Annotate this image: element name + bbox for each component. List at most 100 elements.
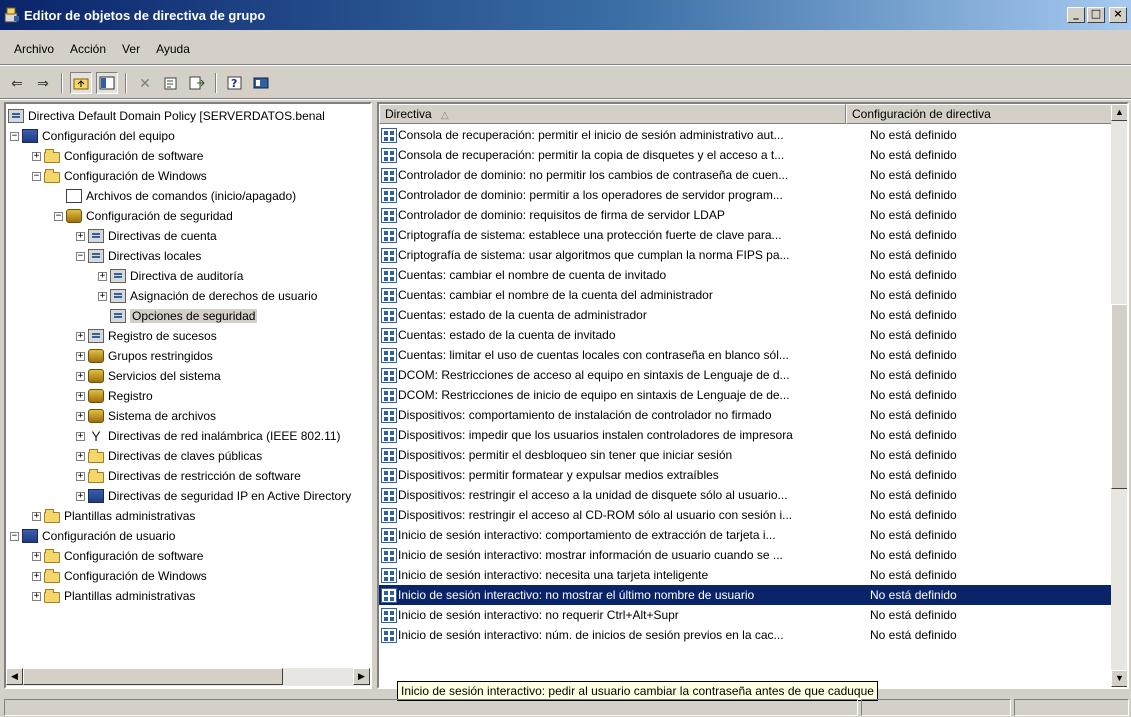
tree-node-system-services[interactable]: + Servicios del sistema: [6, 366, 352, 386]
minimize-button[interactable]: _: [1067, 7, 1085, 23]
table-row[interactable]: Consola de recuperación: permitir la cop…: [379, 145, 1112, 165]
scroll-thumb[interactable]: [23, 668, 283, 685]
menu-archivo[interactable]: Archivo: [14, 42, 54, 56]
tree-node-wireless-policies[interactable]: + Y Directivas de red inalámbrica (IEEE …: [6, 426, 352, 446]
table-row[interactable]: Inicio de sesión interactivo: necesita u…: [379, 565, 1112, 585]
table-row[interactable]: Inicio de sesión interactivo: mostrar in…: [379, 545, 1112, 565]
column-header-directiva[interactable]: Directiva △: [379, 104, 846, 124]
scroll-left-icon[interactable]: ◀: [6, 668, 23, 685]
table-row[interactable]: Cuentas: cambiar el nombre de la cuenta …: [379, 285, 1112, 305]
tree-node-security-settings[interactable]: − Configuración de seguridad: [6, 206, 352, 226]
expand-icon[interactable]: +: [76, 451, 85, 461]
expand-icon[interactable]: +: [32, 151, 41, 161]
table-row[interactable]: Criptografía de sistema: establece una p…: [379, 225, 1112, 245]
back-icon[interactable]: ⇐: [6, 72, 28, 94]
expand-icon[interactable]: +: [32, 571, 41, 581]
properties-icon[interactable]: [160, 72, 182, 94]
table-row[interactable]: Dispositivos: permitir formatear y expul…: [379, 465, 1112, 485]
collapse-icon[interactable]: −: [76, 251, 85, 261]
tree-node-windows-settings[interactable]: − Configuración de Windows: [6, 166, 352, 186]
tree-node-user-software-settings[interactable]: + Configuración de software: [6, 546, 352, 566]
title-bar[interactable]: Editor de objetos de directiva de grupo …: [0, 0, 1131, 30]
table-row[interactable]: Inicio de sesión interactivo: comportami…: [379, 525, 1112, 545]
tree-node-user-rights[interactable]: + Asignación de derechos de usuario: [6, 286, 352, 306]
scroll-right-icon[interactable]: ▶: [353, 668, 370, 685]
export-icon[interactable]: [186, 72, 208, 94]
tree-node-software-restriction[interactable]: + Directivas de restricción de software: [6, 466, 352, 486]
expand-icon[interactable]: +: [76, 491, 85, 501]
expand-icon[interactable]: +: [76, 351, 85, 361]
tree-node-event-log[interactable]: + Registro de sucesos: [6, 326, 352, 346]
show-tree-icon[interactable]: [96, 72, 118, 94]
table-row[interactable]: Controlador de dominio: requisitos de fi…: [379, 205, 1112, 225]
table-row[interactable]: Dispositivos: comportamiento de instalac…: [379, 405, 1112, 425]
tree-node-user-windows-settings[interactable]: + Configuración de Windows: [6, 566, 352, 586]
collapse-icon[interactable]: −: [10, 131, 19, 141]
expand-icon[interactable]: +: [76, 391, 85, 401]
table-row[interactable]: Cuentas: estado de la cuenta de administ…: [379, 305, 1112, 325]
column-header-configuracion[interactable]: Configuración de directiva: [846, 104, 1112, 124]
collapse-icon[interactable]: −: [32, 171, 41, 181]
table-row[interactable]: DCOM: Restricciones de inicio de equipo …: [379, 385, 1112, 405]
delete-icon[interactable]: ✕: [134, 72, 156, 94]
table-row[interactable]: Consola de recuperación: permitir el ini…: [379, 125, 1112, 145]
tree-node-scripts[interactable]: Archivos de comandos (inicio/apagado): [6, 186, 352, 206]
tree-node-software-settings[interactable]: + Configuración de software: [6, 146, 352, 166]
tree-node-restricted-groups[interactable]: + Grupos restringidos: [6, 346, 352, 366]
expand-icon[interactable]: +: [76, 411, 85, 421]
table-row[interactable]: DCOM: Restricciones de acceso al equipo …: [379, 365, 1112, 385]
tree-node-public-key-policies[interactable]: + Directivas de claves públicas: [6, 446, 352, 466]
table-row[interactable]: Controlador de dominio: permitir a los o…: [379, 185, 1112, 205]
table-row[interactable]: Criptografía de sistema: usar algoritmos…: [379, 245, 1112, 265]
scroll-up-icon[interactable]: ▲: [1111, 104, 1127, 121]
list-pane[interactable]: Directiva △ Configuración de directiva C…: [377, 102, 1129, 689]
forward-icon[interactable]: ⇒: [32, 72, 54, 94]
up-folder-icon[interactable]: [70, 72, 92, 94]
table-row[interactable]: Inicio de sesión interactivo: no mostrar…: [379, 585, 1112, 605]
table-row[interactable]: Dispositivos: impedir que los usuarios i…: [379, 425, 1112, 445]
tree-node-user-admin-templates[interactable]: + Plantillas administrativas: [6, 586, 352, 606]
table-row[interactable]: Cuentas: estado de la cuenta de invitado…: [379, 325, 1112, 345]
expand-icon[interactable]: +: [32, 551, 41, 561]
tree-node-root[interactable]: Directiva Default Domain Policy [SERVERD…: [6, 106, 352, 126]
help-icon[interactable]: ?: [224, 72, 246, 94]
tree-node-ip-security[interactable]: + Directivas de seguridad IP en Active D…: [6, 486, 352, 506]
table-row[interactable]: Inicio de sesión interactivo: no requeri…: [379, 605, 1112, 625]
tree-pane[interactable]: Directiva Default Domain Policy [SERVERD…: [4, 102, 372, 689]
expand-icon[interactable]: +: [76, 431, 85, 441]
table-row[interactable]: Cuentas: cambiar el nombre de cuenta de …: [379, 265, 1112, 285]
maximize-button[interactable]: □: [1087, 7, 1105, 23]
scroll-down-icon[interactable]: ▼: [1111, 670, 1127, 687]
expand-icon[interactable]: +: [98, 271, 107, 281]
table-row[interactable]: Dispositivos: restringir el acceso a la …: [379, 485, 1112, 505]
menu-accion[interactable]: Acción: [70, 42, 106, 56]
tree-node-registry[interactable]: + Registro: [6, 386, 352, 406]
expand-icon[interactable]: +: [76, 371, 85, 381]
expand-icon[interactable]: +: [32, 511, 41, 521]
list-vertical-scrollbar[interactable]: ▲ ▼: [1111, 104, 1127, 687]
scroll-thumb[interactable]: [1111, 304, 1127, 489]
table-row[interactable]: Dispositivos: restringir el acceso al CD…: [379, 505, 1112, 525]
tree-horizontal-scrollbar[interactable]: ◀ ▶: [6, 668, 370, 686]
expand-icon[interactable]: +: [32, 591, 41, 601]
tree-node-admin-templates[interactable]: + Plantillas administrativas: [6, 506, 352, 526]
expand-icon[interactable]: +: [76, 331, 85, 341]
close-button[interactable]: ×: [1109, 7, 1127, 23]
console-icon[interactable]: [250, 72, 272, 94]
table-row[interactable]: Controlador de dominio: no permitir los …: [379, 165, 1112, 185]
tree-node-audit-policy[interactable]: + Directiva de auditoría: [6, 266, 352, 286]
tree-node-account-policies[interactable]: + Directivas de cuenta: [6, 226, 352, 246]
expand-icon[interactable]: +: [76, 471, 85, 481]
tree-node-file-system[interactable]: + Sistema de archivos: [6, 406, 352, 426]
table-row[interactable]: Dispositivos: permitir el desbloqueo sin…: [379, 445, 1112, 465]
expand-icon[interactable]: +: [76, 231, 85, 241]
tree-node-local-policies[interactable]: − Directivas locales: [6, 246, 352, 266]
tree-node-security-options[interactable]: Opciones de seguridad: [6, 306, 352, 326]
tree-node-user-config[interactable]: − Configuración de usuario: [6, 526, 352, 546]
menu-ver[interactable]: Ver: [122, 42, 140, 56]
table-row[interactable]: Inicio de sesión interactivo: núm. de in…: [379, 625, 1112, 645]
collapse-icon[interactable]: −: [54, 211, 63, 221]
expand-icon[interactable]: +: [98, 291, 107, 301]
tree-node-computer-config[interactable]: − Configuración del equipo: [6, 126, 352, 146]
table-row[interactable]: Cuentas: limitar el uso de cuentas local…: [379, 345, 1112, 365]
